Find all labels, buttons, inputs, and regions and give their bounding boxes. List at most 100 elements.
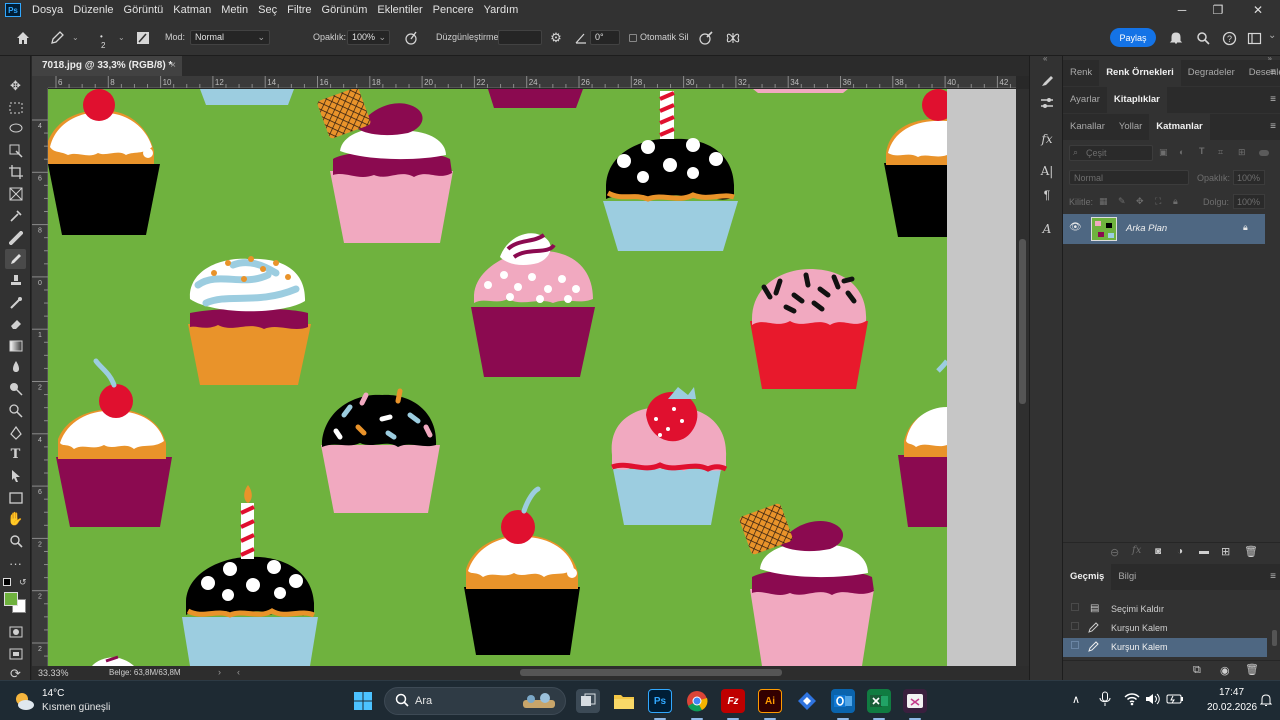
blend-mode-select[interactable]: Normal [1069, 170, 1189, 185]
menu-pencere[interactable]: Pencere [428, 0, 479, 20]
vertical-scrollbar[interactable] [1016, 89, 1029, 666]
camera-icon[interactable]: ◉ [1220, 664, 1230, 677]
eye-icon[interactable]: 👁︎ [1069, 222, 1082, 233]
snipping-tool-icon[interactable] [903, 689, 927, 713]
filter-adjustment-icon[interactable]: ◐ [1179, 147, 1184, 157]
angle-input[interactable]: 0° [590, 30, 620, 45]
mode-select[interactable]: Normal ⌄ [190, 30, 270, 45]
brush-size-value[interactable]: 2 [101, 41, 105, 50]
history-brush-icon[interactable] [5, 293, 26, 313]
home-icon[interactable] [14, 29, 32, 47]
tab-yollar[interactable]: Yollar [1112, 114, 1149, 140]
search-icon[interactable] [1194, 29, 1212, 47]
zoom-region-icon[interactable] [5, 401, 26, 421]
fill-input[interactable]: 100% [1233, 194, 1265, 209]
minimize-button[interactable]: ─ [1164, 0, 1200, 20]
symmetry-butterfly-icon[interactable] [724, 29, 742, 47]
default-colors-icon[interactable] [3, 578, 11, 586]
history-item[interactable]: Kurşun Kalem [1063, 619, 1267, 638]
close-window-button[interactable]: ✕ [1240, 0, 1276, 20]
chevron-up-icon[interactable]: ∧ [1072, 693, 1080, 706]
collapse-arrows-icon[interactable]: « [1043, 54, 1047, 63]
pressure-opacity-icon[interactable] [402, 29, 420, 47]
bell-icon[interactable] [1167, 29, 1185, 47]
tab-degradeler[interactable]: Degradeler [1181, 60, 1242, 86]
tab-bilgi[interactable]: Bilgi [1111, 564, 1143, 590]
pen-tool-icon[interactable] [5, 423, 26, 443]
battery-icon[interactable] [1166, 693, 1184, 708]
panel-menu-icon[interactable]: ≡ [1270, 121, 1276, 132]
chevron-down-icon[interactable]: ⌄ [1268, 30, 1276, 41]
filter-pixel-icon[interactable]: ▣ [1159, 147, 1168, 158]
marquee-tool-icon[interactable] [5, 98, 26, 118]
horizontal-ruler[interactable]: 6 8 10 12 14 16 18 20 22 24 26 28 30 32 34 36 38 40 42 [48, 76, 1016, 88]
lasso-tool-icon[interactable] [5, 119, 26, 139]
pencil-tool-icon[interactable] [5, 249, 26, 269]
menu-duzenle[interactable]: Düzenle [68, 0, 118, 20]
new-layer-icon[interactable]: ⊞ [1221, 545, 1230, 558]
layer-filter-select[interactable]: ⌕ Çeşit [1069, 145, 1153, 161]
delete-state-icon[interactable]: 🗑︎ [1245, 663, 1259, 676]
document-tab[interactable]: 7018.jpg @ 33,3% (RGB/8) * × [32, 56, 182, 76]
rectangle-tool-icon[interactable] [5, 488, 26, 508]
adjustments-panel-icon[interactable] [1038, 94, 1056, 112]
glyphs-panel-icon[interactable]: A [1038, 220, 1056, 238]
menu-filtre[interactable]: Filtre [282, 0, 316, 20]
move-tool-icon[interactable]: ✥ [5, 76, 26, 96]
windows-start-icon[interactable] [351, 689, 375, 713]
close-icon[interactable]: × [170, 56, 176, 76]
opacity-input[interactable]: 100% ⌄ [347, 30, 390, 45]
hand-tool-icon[interactable]: ✋ [5, 509, 26, 529]
vertical-scroll-thumb[interactable] [1019, 239, 1026, 404]
lock-image-icon[interactable]: ✎ [1118, 196, 1126, 207]
gear-icon[interactable]: ⚙ [547, 29, 565, 47]
tab-renk[interactable]: Renk [1063, 60, 1099, 86]
screen-mode-icon[interactable] [5, 644, 26, 664]
zoom-level[interactable]: 33.33% [38, 668, 69, 678]
weather-temp[interactable]: 14°C [42, 688, 64, 699]
share-button[interactable]: Paylaş [1110, 28, 1156, 47]
filter-shape-icon[interactable]: ⌗ [1218, 147, 1223, 158]
help-icon[interactable]: ? [1220, 29, 1238, 47]
excel-icon[interactable] [867, 689, 891, 713]
weather-icon[interactable] [12, 689, 36, 713]
workspace-icon[interactable] [1245, 29, 1263, 47]
tab-kanallar[interactable]: Kanallar [1063, 114, 1112, 140]
horizontal-scroll-thumb[interactable] [520, 669, 782, 676]
new-document-from-state-icon[interactable]: ⧉ [1193, 664, 1201, 677]
document-canvas[interactable] [48, 89, 947, 666]
brush-settings-icon[interactable] [134, 29, 152, 47]
taskbar-search-box[interactable]: Ara [384, 687, 566, 715]
menu-metin[interactable]: Metin [216, 0, 253, 20]
zoom-tool-icon[interactable] [5, 531, 26, 551]
pressure-size-icon[interactable] [697, 29, 715, 47]
photoshop-taskbar-icon[interactable]: Ps [648, 689, 672, 713]
eraser-tool-icon[interactable] [5, 314, 26, 334]
outlook-icon[interactable] [831, 689, 855, 713]
lock-position-icon[interactable]: ✥ [1136, 196, 1144, 207]
file-explorer-icon[interactable] [612, 689, 636, 713]
swap-colors-icon[interactable]: ↺ [19, 577, 27, 588]
add-mask-icon[interactable]: ◙ [1155, 546, 1161, 557]
new-adjustment-icon[interactable]: ◑ [1177, 546, 1183, 557]
lock-all-icon[interactable]: 🔒︎ [1173, 196, 1178, 207]
more-tools-icon[interactable]: ··· [5, 553, 26, 573]
frame-tool-icon[interactable] [5, 184, 26, 204]
type-tool-icon[interactable]: T [5, 444, 26, 464]
extension-app-icon[interactable] [795, 689, 819, 713]
panel-menu-icon[interactable]: ≡ [1270, 571, 1276, 582]
menu-gorunum[interactable]: Görünüm [317, 0, 373, 20]
panel-menu-icon[interactable]: ≡ [1270, 94, 1276, 105]
character-panel-icon[interactable]: A| [1038, 162, 1056, 180]
panel-menu-icon[interactable]: ≡ [1270, 67, 1276, 78]
wifi-icon[interactable] [1124, 692, 1140, 709]
menu-eklentiler[interactable]: Eklentiler [372, 0, 427, 20]
clone-stamp-icon[interactable] [5, 271, 26, 291]
fx-icon[interactable]: fx [1132, 545, 1141, 556]
layer-opacity-input[interactable]: 100% [1233, 170, 1265, 185]
tab-renk-ornekleri[interactable]: Renk Örnekleri [1099, 60, 1181, 86]
auto-erase-checkbox[interactable] [629, 34, 637, 42]
brush-picker-chevron-icon[interactable]: ⌄ [118, 33, 125, 42]
smoothing-input[interactable] [498, 30, 542, 45]
tab-ayarlar[interactable]: Ayarlar [1063, 87, 1107, 113]
